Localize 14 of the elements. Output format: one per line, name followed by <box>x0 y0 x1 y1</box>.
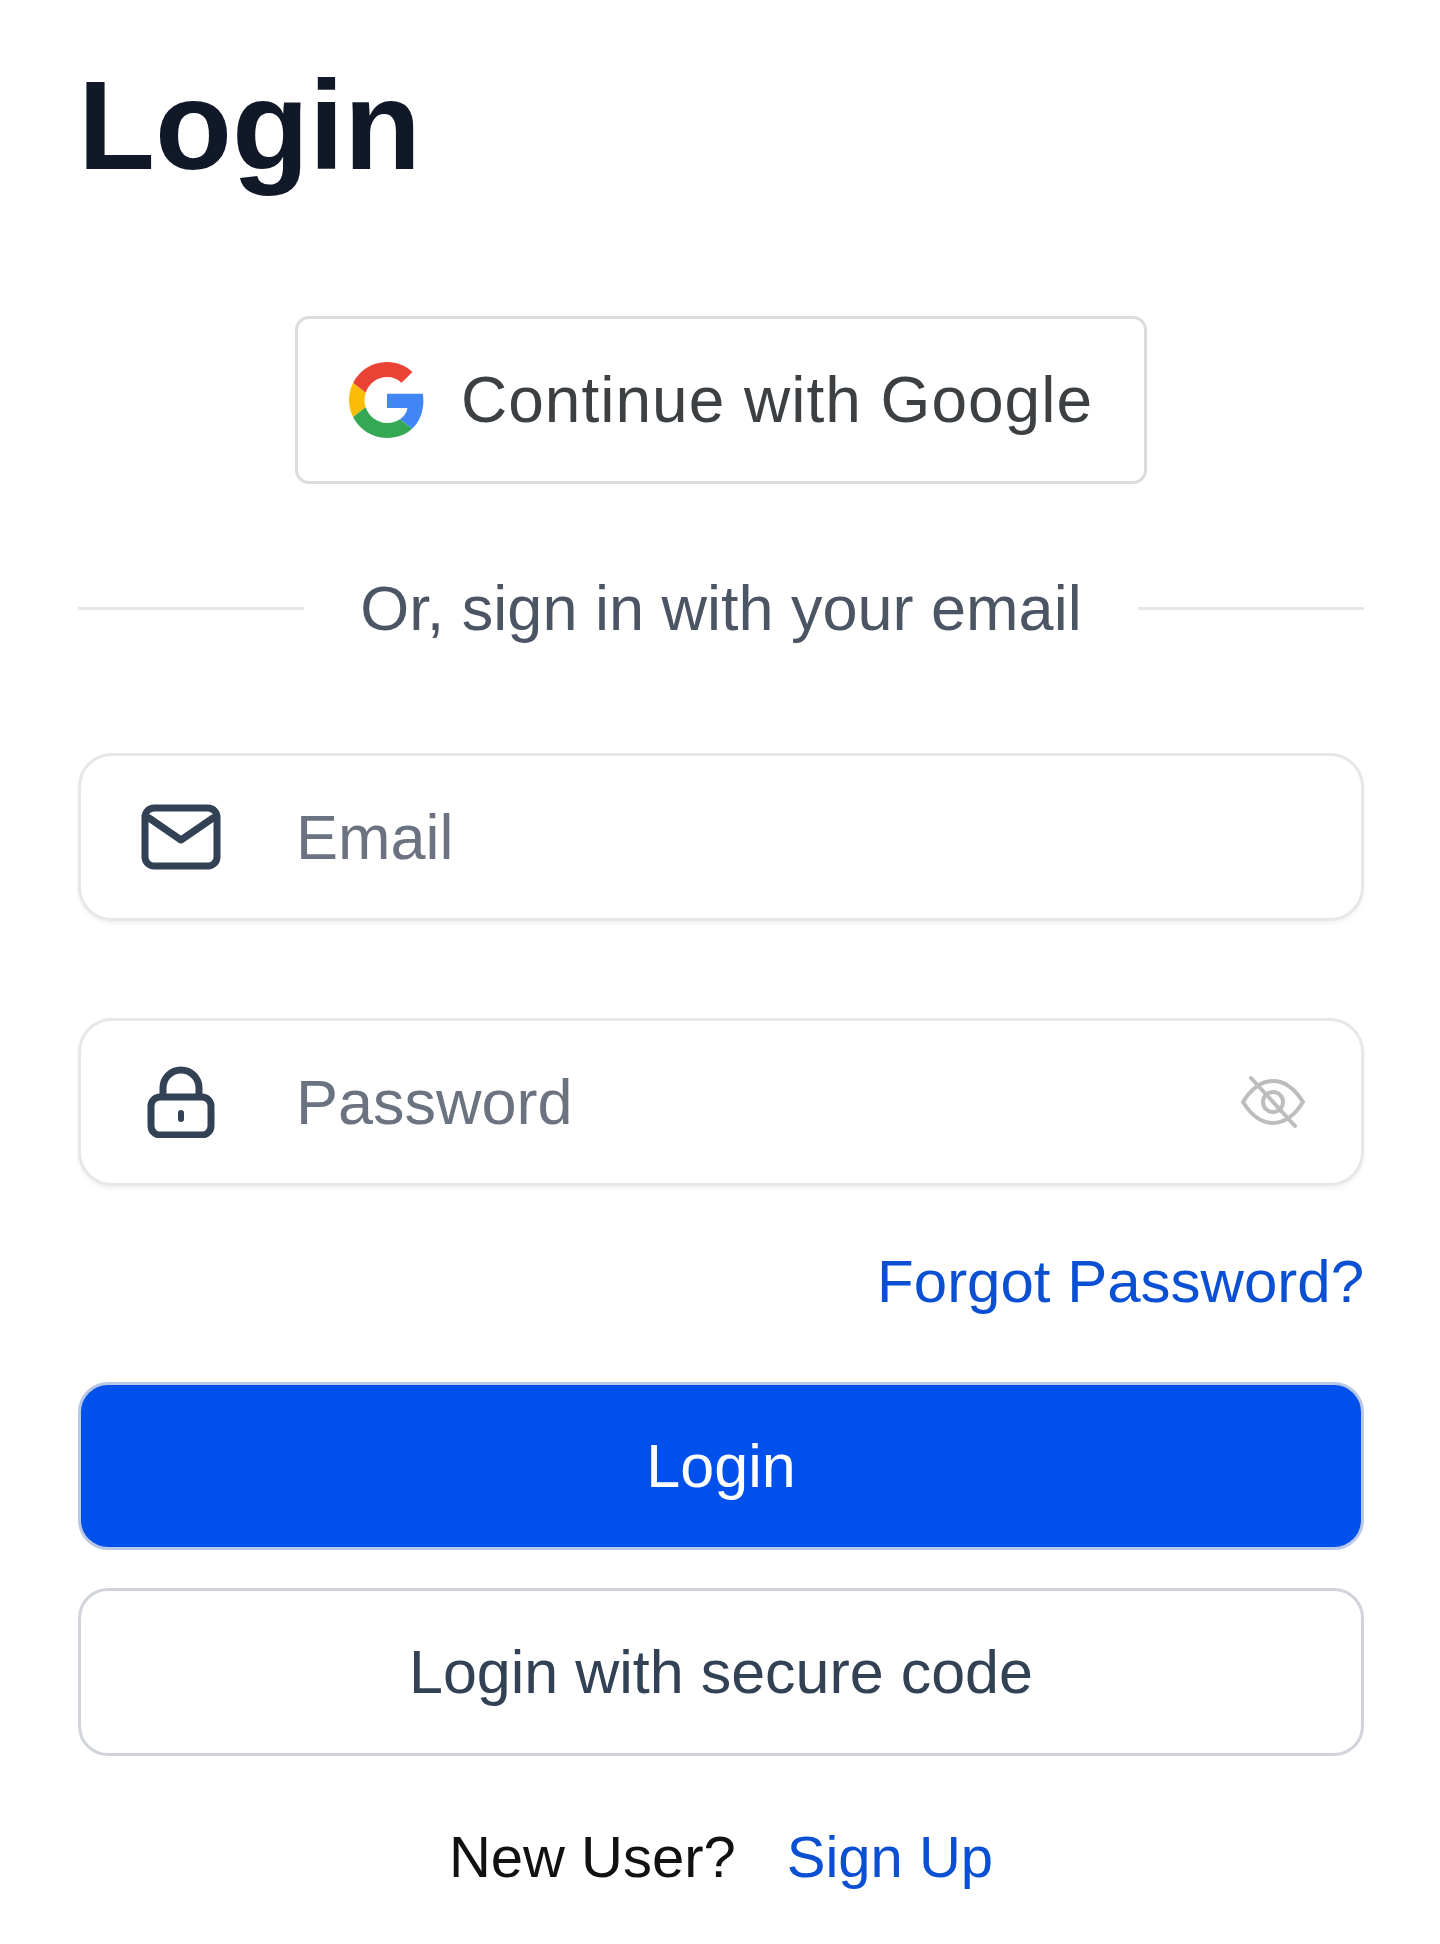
forgot-password-link[interactable]: Forgot Password? <box>877 1245 1364 1318</box>
divider-text: Or, sign in with your email <box>360 572 1082 645</box>
sign-up-link[interactable]: Sign Up <box>786 1822 994 1892</box>
envelope-icon <box>141 804 221 870</box>
padlock-icon <box>147 1066 215 1138</box>
google-sign-in-button[interactable]: Continue with Google <box>295 316 1147 484</box>
secure-code-button[interactable]: Login with secure code <box>78 1588 1364 1756</box>
eye-off-icon[interactable] <box>1239 1074 1307 1130</box>
new-user-prompt: New User? <box>448 1823 736 1891</box>
email-field[interactable]: Email <box>78 753 1364 921</box>
login-button[interactable]: Login <box>78 1382 1364 1550</box>
google-g-icon <box>349 362 426 438</box>
password-field[interactable]: Password <box>78 1018 1364 1186</box>
page-title: Login <box>78 54 421 198</box>
